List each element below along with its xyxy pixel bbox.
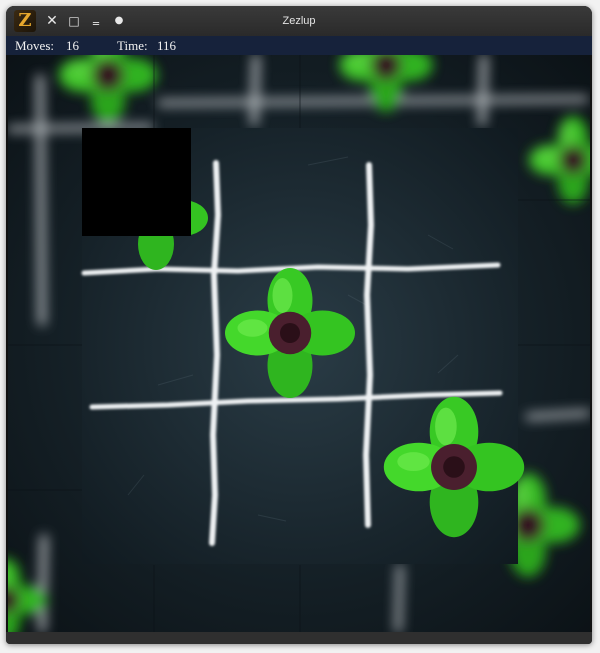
minimize-icon[interactable]: ‗	[86, 11, 106, 31]
app-icon: Z	[14, 10, 36, 32]
window-bottom-border	[6, 632, 592, 644]
empty-tile	[82, 128, 191, 236]
moves-value: 16	[66, 38, 79, 53]
title-bar[interactable]: Z ✕ □ ‗ ● Zezlup	[6, 6, 592, 36]
app-icon-glyph: Z	[18, 10, 32, 31]
app-window: Z ✕ □ ‗ ● Zezlup Moves: 16 Time: 116	[6, 6, 592, 644]
status-bar: Moves: 16 Time: 116	[6, 36, 592, 55]
time-label: Time:	[117, 38, 148, 53]
sticky-icon[interactable]: ●	[109, 11, 129, 31]
maximize-icon[interactable]: □	[64, 11, 84, 31]
puzzle-board[interactable]	[8, 55, 590, 632]
moves-label: Moves:	[15, 38, 54, 53]
close-icon[interactable]: ✕	[42, 11, 62, 31]
time-value: 116	[157, 38, 177, 53]
puzzle-canvas[interactable]	[8, 55, 590, 632]
puzzle-image[interactable]	[81, 128, 525, 564]
